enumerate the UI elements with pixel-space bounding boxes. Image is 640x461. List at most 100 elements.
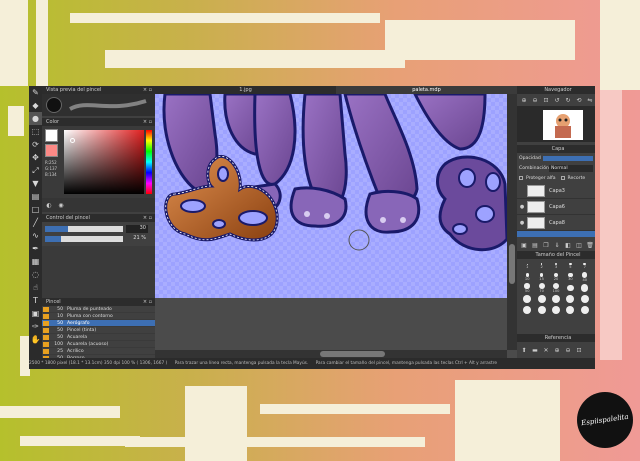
brush-size-cell[interactable] [520,305,534,315]
blend-select[interactable]: Normal [549,164,593,172]
brush-size-cell[interactable] [549,294,563,304]
horizontal-scrollbar[interactable] [155,350,507,358]
brush-item[interactable]: 50 Aerógrafo [42,320,155,327]
brush-item[interactable]: 100 Acuarela (acuoso) [42,341,155,348]
line-tool-icon[interactable]: ╱ [29,216,42,229]
dot-tool-icon[interactable]: ● [29,112,42,125]
zoom-out-icon[interactable]: ⊖ [530,96,540,105]
brush-size-cell[interactable] [534,294,548,304]
vertical-scroll-thumb[interactable] [509,244,515,284]
layer-row[interactable]: Capa3 [517,183,595,199]
brush-size-cell[interactable]: 10 [520,272,534,282]
delete-layer-icon[interactable]: 🗑 [585,241,595,250]
zoom-in-icon[interactable]: ⊕ [519,96,529,105]
secondary-color-swatch[interactable] [45,129,58,142]
brush-size-cell[interactable]: 50 [520,283,534,293]
ruler-tool-icon[interactable]: ▦ [29,255,42,268]
brush-size-cell[interactable] [549,305,563,315]
brush-size-cell[interactable]: 40 [578,272,592,282]
brush-size-slider[interactable] [45,226,123,232]
close-icon[interactable]: × ▫ [143,86,152,94]
shape-tool-icon[interactable]: □ [29,203,42,216]
move-tool-icon[interactable]: ✥ [29,151,42,164]
brush-size-cell[interactable]: 2 [534,261,548,271]
merge-layer-icon[interactable]: ⇓ [552,241,562,250]
brush-tool-icon[interactable]: ✎ [29,86,42,99]
brush-size-cell[interactable]: 15 [534,272,548,282]
reset-rotation-icon[interactable]: ⟲ [574,96,584,105]
flip-icon[interactable]: ⇋ [585,96,595,105]
mask-layer-icon[interactable]: ◧ [563,241,573,250]
horizontal-scroll-thumb[interactable] [320,351,385,357]
eyedropper-tool-icon[interactable]: ✑ [29,320,42,333]
rotate-right-icon[interactable]: ↻ [563,96,573,105]
zoom-fit-icon[interactable]: ⊡ [541,96,551,105]
new-folder-icon[interactable]: ▤ [530,241,540,250]
text-tool-icon[interactable]: T [29,294,42,307]
select-tool-icon[interactable]: ⬚ [29,125,42,138]
navigator-preview[interactable] [517,106,595,142]
brush-size-cell[interactable] [520,294,534,304]
folder-reference-icon[interactable]: ▬ [530,346,540,355]
color-saturation-square[interactable] [64,130,144,194]
color-picker-cursor[interactable] [70,138,75,143]
zoom-out-reference-icon[interactable]: ⊖ [563,346,573,355]
visibility-eye-icon[interactable]: ● [517,220,527,226]
brush-size-cell[interactable]: 30 [563,272,577,282]
layer-row[interactable]: ● Capa6 [517,199,595,215]
brush-item[interactable]: 50 Acuarela [42,334,155,341]
brush-size-cell[interactable]: 1 [520,261,534,271]
brush-size-cell[interactable]: 100 [549,283,563,293]
brush-size-cell[interactable]: 7 [578,261,592,271]
drawing-canvas[interactable] [155,94,507,298]
brush-size-cell[interactable]: 3 [549,261,563,271]
brush-size-cell[interactable] [578,294,592,304]
brush-item[interactable]: 25 Acrílico [42,348,155,355]
brush-size-cell[interactable] [534,305,548,315]
zoom-in-reference-icon[interactable]: ⊕ [552,346,562,355]
upload-reference-icon[interactable]: ⬆ [519,346,529,355]
layer-opacity-slider[interactable] [543,155,593,161]
brush-item[interactable]: 50 Pluma de punteado [42,306,155,313]
pen-tool-icon[interactable]: ✒ [29,242,42,255]
brush-size-cell[interactable] [563,283,577,293]
gradient-tool-icon[interactable]: ▤ [29,190,42,203]
lasso-tool-icon[interactable]: ⟳ [29,138,42,151]
layer-row[interactable]: ● Capa8 [517,215,595,231]
fit-reference-icon[interactable]: ⊡ [574,346,584,355]
new-layer-icon[interactable]: ▣ [519,241,529,250]
transform-tool-icon[interactable]: ⤢ [29,164,42,177]
bucket-tool-icon[interactable]: ▼ [29,177,42,190]
tab-paleta[interactable]: paleta.mdp [336,86,517,94]
brush-size-cell[interactable]: 20 [549,272,563,282]
smudge-tool-icon[interactable]: ☝ [29,281,42,294]
visibility-eye-icon[interactable]: ● [517,204,527,210]
brush-size-cell[interactable] [563,305,577,315]
primary-color-swatch[interactable] [45,144,58,157]
blur-tool-icon[interactable]: ◌ [29,268,42,281]
hand-tool-icon[interactable]: ✋ [29,333,42,346]
brush-size-cell[interactable] [578,305,592,315]
brush-size-cell[interactable]: 70 [534,283,548,293]
clear-layer-icon[interactable]: ◫ [574,241,584,250]
brush-item[interactable]: 10 Pluma con contorno [42,313,155,320]
close-icon[interactable]: × ▫ [143,118,152,126]
brush-size-cell[interactable] [563,294,577,304]
close-icon[interactable]: × ▫ [143,214,152,222]
brush-size-cell[interactable] [578,283,592,293]
brush-size-cell[interactable]: 5 [563,261,577,271]
hue-slider[interactable] [146,130,152,194]
brush-item[interactable]: 50 Pincel (tinta) [42,327,155,334]
close-reference-icon[interactable]: ✕ [541,346,551,355]
eraser-tool-icon[interactable]: ◆ [29,99,42,112]
rotate-left-icon[interactable]: ↺ [552,96,562,105]
protect-alpha-checkbox[interactable] [519,176,523,180]
brush-size-value[interactable]: 30 [126,225,148,233]
brush-opacity-slider[interactable] [45,236,123,242]
color-palette-icon[interactable]: ◉ [56,201,66,210]
color-wheel-icon[interactable]: ◐ [44,201,54,210]
clipping-checkbox[interactable] [560,176,565,180]
vertical-scrollbar[interactable] [507,94,517,350]
curve-tool-icon[interactable]: ∿ [29,229,42,242]
duplicate-layer-icon[interactable]: ❐ [541,241,551,250]
